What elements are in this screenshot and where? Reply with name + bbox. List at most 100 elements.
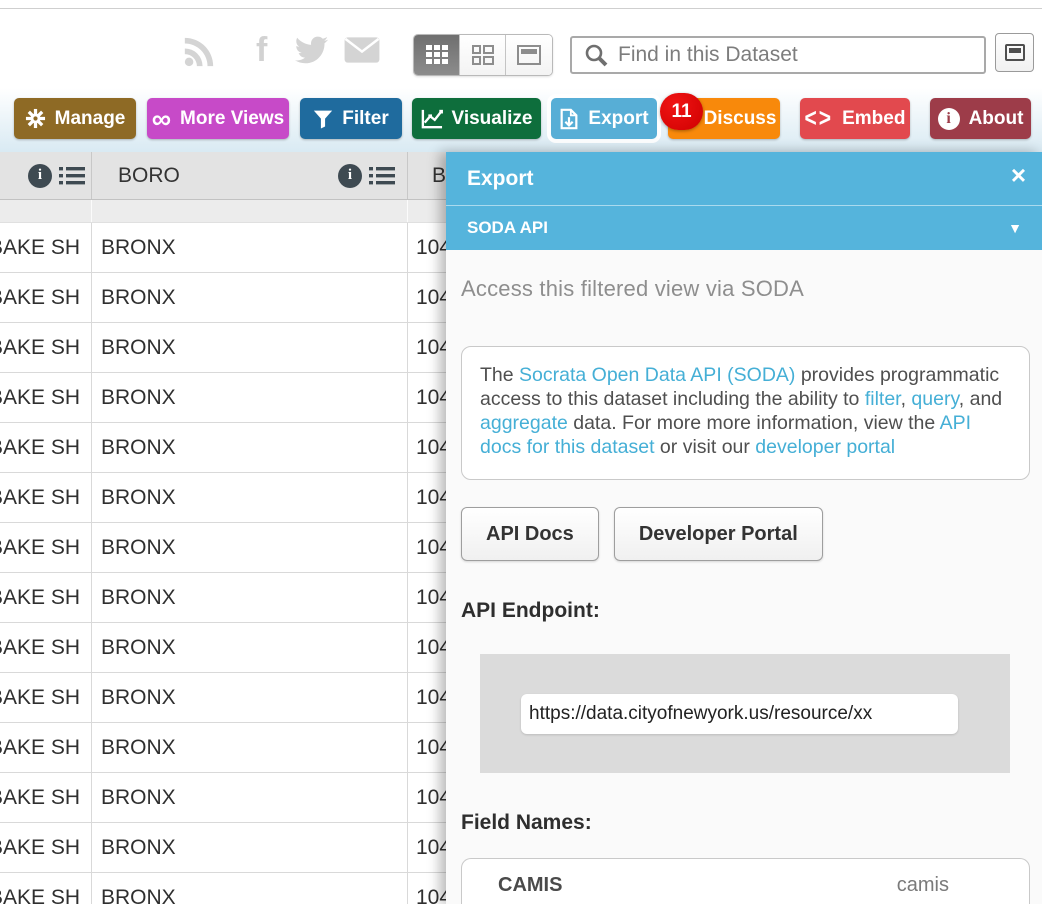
cell-name[interactable]: BAKE SH [0,823,92,872]
facebook-icon[interactable]: f [256,31,267,70]
visualize-button[interactable]: Visualize [412,98,541,139]
filter-label: Filter [342,108,388,130]
soda-api-link[interactable]: Socrata Open Data API (SODA) [519,364,795,386]
field-names-table: CAMIS camis [461,858,1030,904]
cell-name[interactable]: BAKE SH [0,573,92,622]
aggregate-link[interactable]: aggregate [480,412,568,434]
embed-label: Embed [842,108,905,130]
cell-boro[interactable]: BRONX [92,423,408,472]
field-api-name: camis [897,874,949,897]
code-brackets-icon: <> [805,104,834,134]
api-endpoint-box [480,654,1010,773]
field-row: CAMIS camis [462,859,1029,904]
column-info-icon[interactable]: i [28,164,52,188]
fullscreen-icon [1005,44,1025,61]
cell-boro[interactable]: BRONX [92,523,408,572]
close-icon[interactable]: × [1011,162,1026,188]
discuss-count-badge: 11 [660,93,703,130]
chart-icon [421,108,443,129]
cell-name[interactable]: BAKE SH [0,373,92,422]
text-segment: , and [959,388,1002,410]
field-names-label: Field Names: [461,811,1042,835]
cell-boro[interactable]: BRONX [92,273,408,322]
column-header-1[interactable]: i [0,152,92,199]
chevron-down-icon: ▼ [1008,220,1022,236]
api-endpoint-label: API Endpoint: [461,599,1042,623]
filter-link[interactable]: filter [865,388,901,410]
cell-boro[interactable]: BRONX [92,223,408,272]
cell-name[interactable]: BAKE SH [0,623,92,672]
more-views-label: More Views [180,108,284,130]
embed-button[interactable]: <> Embed [800,98,910,139]
fullscreen-button[interactable] [995,33,1034,72]
cell-name[interactable]: BAKE SH [0,423,92,472]
manage-label: Manage [55,108,126,130]
developer-portal-button[interactable]: Developer Portal [614,507,823,561]
cell-boro[interactable]: BRONX [92,473,408,522]
more-views-button[interactable]: ∞ More Views [147,98,289,139]
cell-name[interactable]: BAKE SH [0,723,92,772]
api-button-row: API Docs Developer Portal [461,507,1042,561]
section-label: SODA API [467,218,548,238]
filter-button[interactable]: Filter [300,98,402,139]
cell-name[interactable]: BAKE SH [0,873,92,904]
export-panel-body: Access this filtered view via SODA The S… [446,250,1042,904]
cell-boro[interactable]: BRONX [92,773,408,822]
page-view-button[interactable] [506,35,552,75]
find-in-dataset-search [570,36,986,74]
text-segment: The [480,364,519,386]
cell-boro[interactable]: BRONX [92,323,408,372]
text-segment: , [901,388,912,410]
cell-name[interactable]: BAKE SH [0,323,92,372]
cell-name[interactable]: BAKE SH [0,223,92,272]
rss-icon[interactable] [182,35,216,69]
info-icon: i [938,108,960,130]
text-segment: data. For more more information, view th… [568,412,940,434]
cell-boro[interactable]: BRONX [92,673,408,722]
export-panel-header: Export × [446,152,1042,205]
query-link[interactable]: query [911,388,958,410]
cell-boro[interactable]: BRONX [92,573,408,622]
manage-button[interactable]: Manage [14,98,136,139]
export-label: Export [588,108,648,130]
gear-icon [25,108,46,129]
soda-subtitle: Access this filtered view via SODA [461,276,1042,302]
column-menu-icon[interactable] [369,166,395,186]
cell-boro[interactable]: BRONX [92,823,408,872]
search-icon [584,43,608,67]
text-segment: or visit our [655,436,756,458]
api-docs-button[interactable]: API Docs [461,507,599,561]
field-display-name: CAMIS [498,874,562,897]
panel-title: Export [467,167,534,191]
column-header-boro[interactable]: BORO i [92,152,408,199]
cell-boro[interactable]: BRONX [92,623,408,672]
twitter-icon[interactable] [293,35,329,67]
about-label: About [969,108,1024,130]
funnel-icon [313,109,333,129]
export-panel: Export × SODA API ▼ Access this filtered… [446,152,1042,904]
column-title: BORO [118,164,331,188]
api-endpoint-input[interactable] [521,694,958,734]
soda-description: The Socrata Open Data API (SODA) provide… [461,346,1030,480]
cell-name[interactable]: BAKE SH [0,773,92,822]
developer-portal-link[interactable]: developer portal [755,436,895,458]
cell-name[interactable]: BAKE SH [0,273,92,322]
cell-name[interactable]: BAKE SH [0,523,92,572]
visualize-label: Visualize [452,108,533,130]
export-button[interactable]: Export [551,98,657,139]
email-icon[interactable] [343,35,381,65]
cell-boro[interactable]: BRONX [92,373,408,422]
cell-boro[interactable]: BRONX [92,723,408,772]
grid-view-button[interactable] [414,35,460,75]
export-doc-icon [559,108,579,130]
cell-boro[interactable]: BRONX [92,873,408,904]
column-info-icon[interactable]: i [338,164,362,188]
rich-list-view-button[interactable] [460,35,506,75]
cell-name[interactable]: BAKE SH [0,473,92,522]
column-menu-icon[interactable] [59,166,85,186]
soda-api-section-header[interactable]: SODA API ▼ [446,205,1042,250]
about-button[interactable]: i About [930,98,1031,139]
cell-name[interactable]: BAKE SH [0,673,92,722]
discuss-label: Discuss [704,108,777,130]
search-input[interactable] [618,43,984,67]
